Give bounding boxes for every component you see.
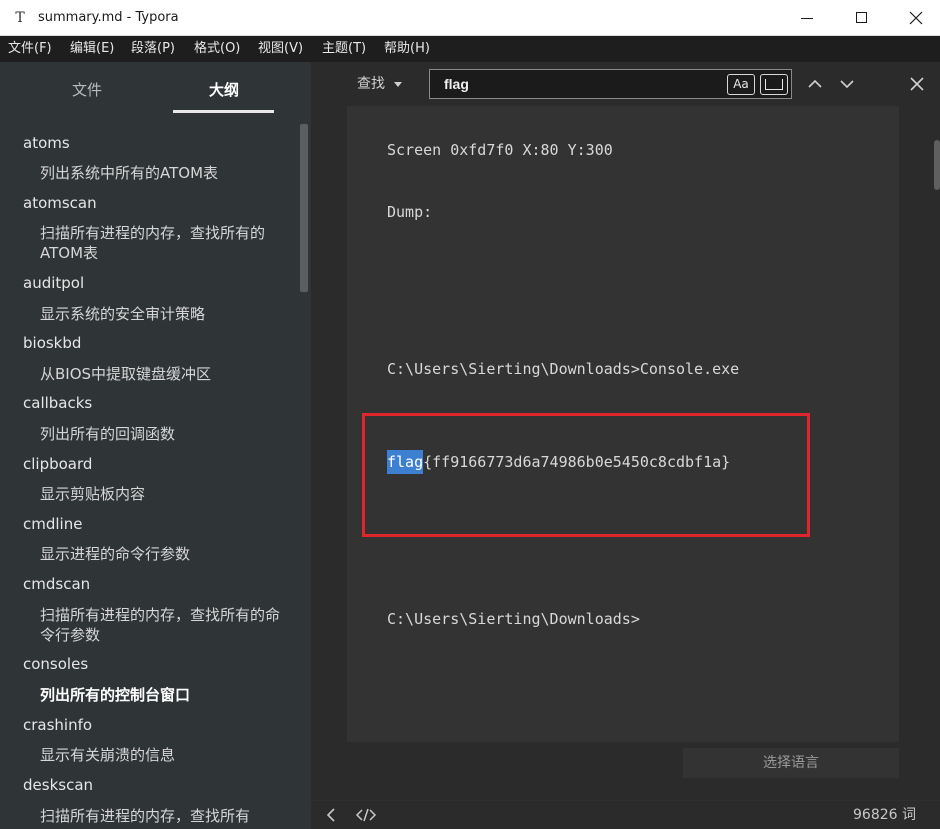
menu-format[interactable]: 格式(O) [194, 36, 240, 62]
minimize-icon [801, 18, 813, 19]
outline-subheading[interactable]: 列出系统中所有的ATOM表 [40, 163, 290, 183]
menu-help[interactable]: 帮助(H) [384, 36, 430, 62]
sidebar: 文件 大纲 atoms 列出系统中所有的ATOM表 atomscan 扫描所有进… [0, 62, 311, 829]
outline-heading[interactable]: cmdline [23, 515, 82, 533]
close-find-icon[interactable] [907, 74, 927, 94]
window-title: summary.md - Typora [38, 10, 179, 25]
code-line: C:\Users\Sierting\Downloads> [387, 610, 640, 628]
menu-bar: 文件(F) 编辑(E) 段落(P) 格式(O) 视图(V) 主题(T) 帮助(H… [0, 36, 940, 62]
close-window-button[interactable] [888, 0, 940, 36]
tab-outline[interactable]: 大纲 [155, 62, 293, 116]
outline-subheading[interactable]: 显示剪贴板内容 [40, 484, 290, 504]
find-mode-dropdown[interactable]: 查找 [357, 62, 385, 106]
annotation-highlight-box [362, 413, 810, 537]
title-bar: T summary.md - Typora [0, 0, 940, 36]
code-language-select[interactable]: 选择语言 [683, 748, 899, 778]
outline-heading[interactable]: atomscan [23, 194, 97, 212]
outline-heading[interactable]: callbacks [23, 394, 92, 412]
menu-view[interactable]: 视图(V) [258, 36, 303, 62]
find-bar: 查找 Aa [311, 62, 940, 106]
menu-theme[interactable]: 主题(T) [322, 36, 366, 62]
maximize-icon [856, 12, 867, 23]
outline-heading[interactable]: cmdscan [23, 575, 90, 593]
minimize-button[interactable] [780, 0, 836, 36]
match-case-toggle[interactable]: Aa [727, 74, 755, 95]
outline-heading[interactable]: crashinfo [23, 716, 92, 734]
close-icon [909, 11, 923, 25]
outline-heading[interactable]: bioskbd [23, 334, 81, 352]
sidebar-scrollbar[interactable] [300, 124, 308, 292]
outline-heading[interactable]: clipboard [23, 455, 92, 473]
menu-file[interactable]: 文件(F) [8, 36, 52, 62]
source-code-icon[interactable] [355, 805, 377, 825]
outline-subheading[interactable]: 从BIOS中提取键盘缓冲区 [40, 364, 290, 384]
chevron-left-icon[interactable] [323, 805, 339, 825]
outline-subheading[interactable]: 扫描所有进程的内存，查找所有的ATOM表 [40, 223, 290, 263]
whole-word-icon [765, 79, 783, 90]
code-line: Screen 0xfd7f0 X:80 Y:300 [387, 141, 613, 159]
outline-subheading-active[interactable]: 列出所有的控制台窗口 [40, 685, 290, 705]
outline-subheading[interactable]: 显示进程的命令行参数 [40, 544, 290, 564]
editor-scrollbar[interactable] [934, 140, 940, 190]
outline-heading[interactable]: consoles [23, 655, 88, 673]
outline-subheading[interactable]: 显示有关崩溃的信息 [40, 745, 290, 765]
dropdown-caret-icon [394, 82, 402, 87]
outline-heading[interactable]: atoms [23, 134, 70, 152]
word-count[interactable]: 96826 词 [853, 801, 916, 829]
maximize-button[interactable] [834, 0, 890, 36]
status-bar: 96826 词 [311, 800, 940, 829]
outline-subheading[interactable]: 列出所有的回调函数 [40, 424, 290, 444]
tab-files[interactable]: 文件 [18, 62, 156, 116]
outline-heading[interactable]: auditpol [23, 274, 84, 292]
outline-subheading[interactable]: 显示系统的安全审计策略 [40, 304, 290, 324]
outline-subheading[interactable]: 扫描所有进程的内存，查找所有 [40, 806, 290, 826]
find-next-icon[interactable] [837, 74, 857, 94]
code-line: Dump: [387, 203, 433, 221]
find-previous-icon[interactable] [805, 74, 825, 94]
code-line: C:\Users\Sierting\Downloads>Console.exe [387, 360, 740, 378]
outline-subheading[interactable]: 扫描所有进程的内存，查找所有的命令行参数 [40, 605, 290, 645]
active-tab-indicator [173, 110, 274, 113]
typora-logo-icon: T [15, 10, 25, 26]
outline-heading[interactable]: deskscan [23, 776, 93, 794]
menu-paragraph[interactable]: 段落(P) [131, 36, 175, 62]
whole-word-toggle[interactable] [760, 74, 788, 95]
menu-edit[interactable]: 编辑(E) [70, 36, 114, 62]
